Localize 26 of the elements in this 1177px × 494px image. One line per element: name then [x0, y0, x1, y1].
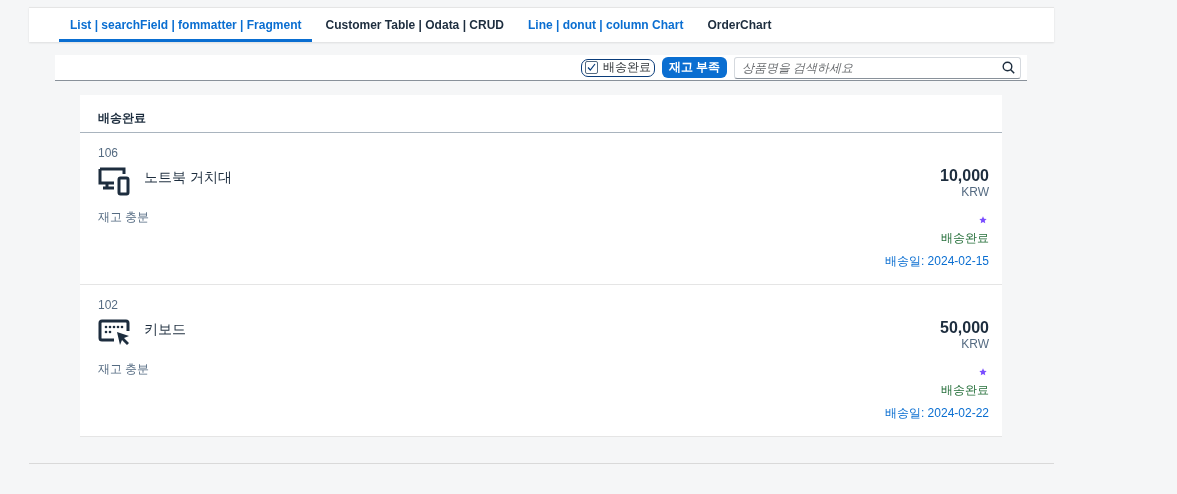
delivery-status: 배송완료: [941, 230, 989, 247]
tab[interactable]: List | searchField | fommatter | Fragment: [59, 8, 313, 42]
product-name: 키보드: [144, 321, 186, 339]
currency: KRW: [961, 337, 989, 351]
search-field[interactable]: 상품명을 검색하세요: [734, 56, 1021, 79]
keyboard-pointer-icon: [98, 318, 132, 348]
stock-status: 재고 충분: [98, 209, 151, 226]
price: 10,000: [940, 167, 989, 185]
price: 50,000: [940, 319, 989, 337]
delivery-date: 배송일: 2024-02-15: [884, 253, 989, 270]
checkmark-icon: [586, 63, 596, 72]
delivery-status: 배송완료: [941, 382, 989, 399]
filter-checkbox[interactable]: 배송완료: [580, 58, 655, 77]
search-icon[interactable]: [1002, 60, 1015, 74]
currency: KRW: [961, 185, 989, 199]
stock-status: 재고 충분: [98, 361, 151, 378]
tab[interactable]: OrderChart: [696, 8, 783, 42]
low-stock-button[interactable]: 재고 부족: [661, 57, 727, 78]
delivery-date: 배송일: 2024-02-22: [884, 405, 989, 422]
tab[interactable]: Line | donut | column Chart: [517, 8, 695, 42]
product-id: 106: [98, 146, 120, 160]
product-name: 노트북 거치대: [144, 169, 232, 187]
tab[interactable]: Customer Table | Odata | CRUD: [314, 8, 515, 42]
product-id: 102: [98, 298, 120, 312]
devices-icon: [98, 166, 132, 196]
list-header: 배송완료: [80, 95, 1002, 133]
